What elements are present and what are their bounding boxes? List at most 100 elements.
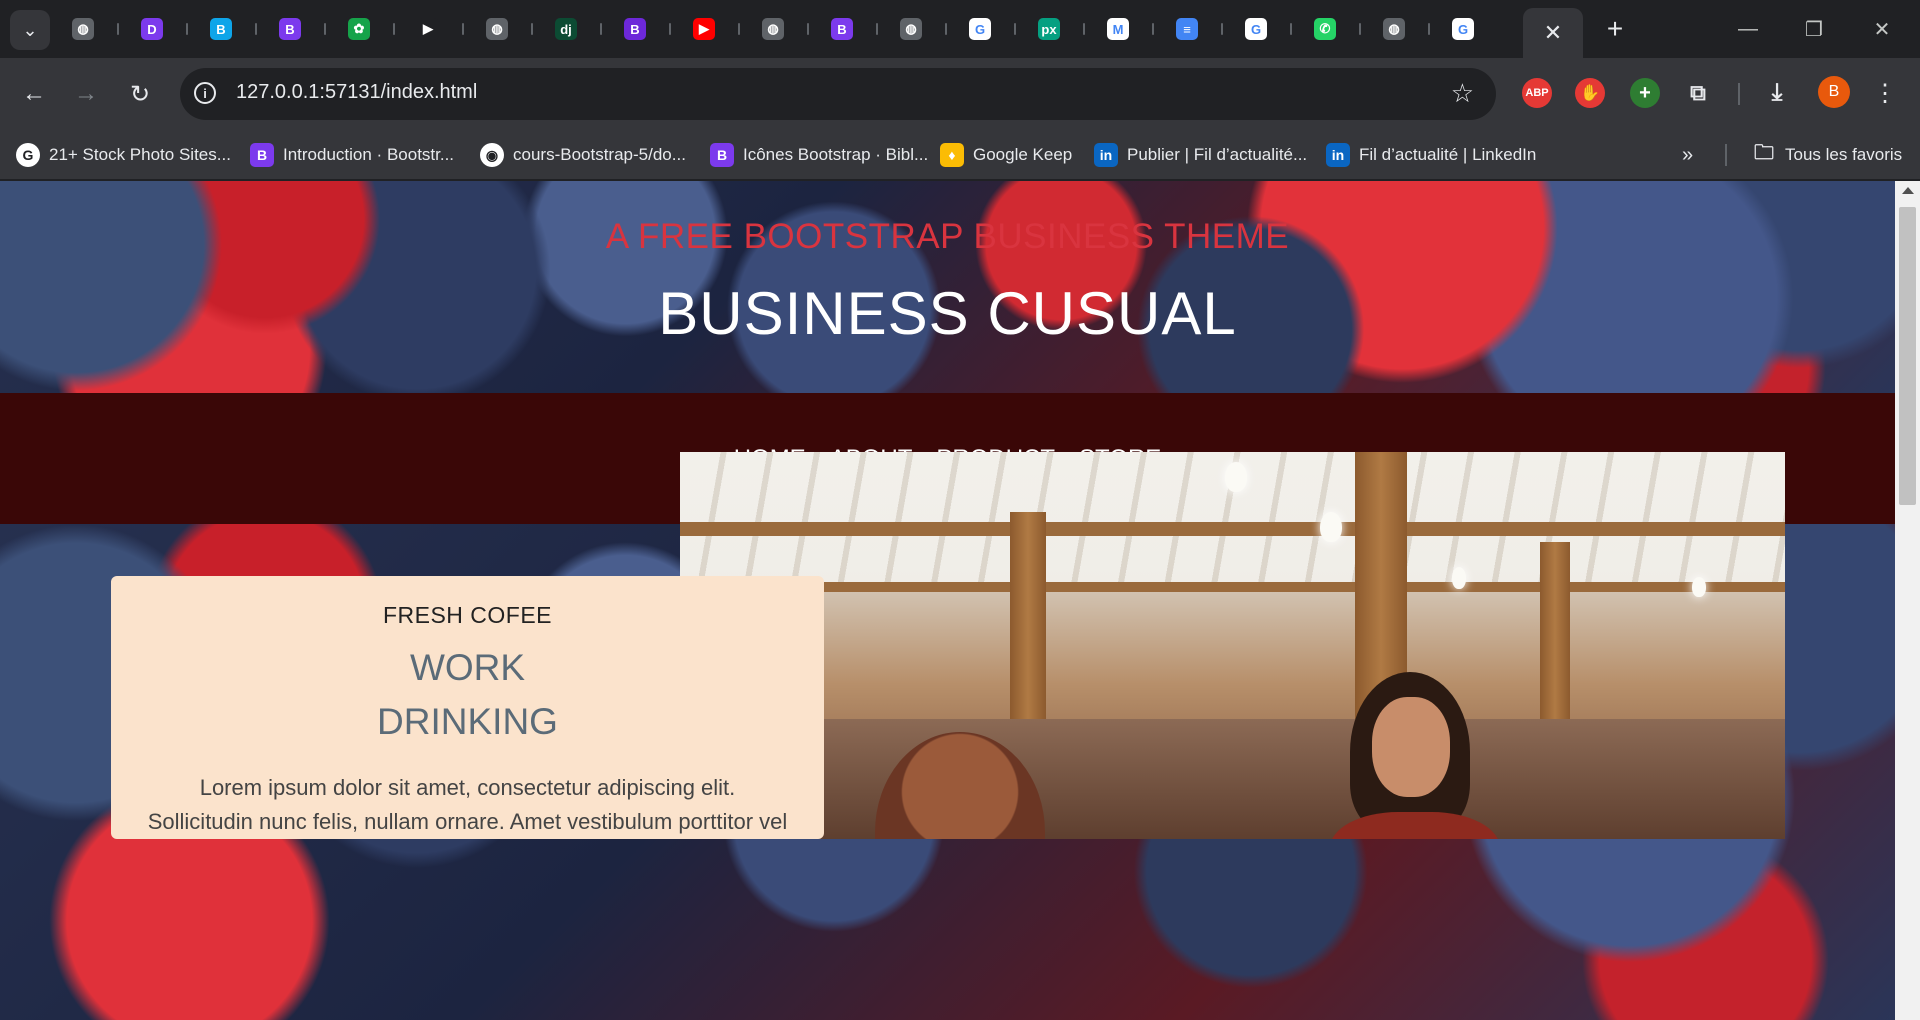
reload-button[interactable]: ↻: [122, 76, 158, 112]
github-icon: ◉: [480, 143, 504, 167]
browser-tab[interactable]: ✆: [1302, 8, 1371, 50]
bookmark-item[interactable]: in Publier | Fil d’actualité...: [1094, 140, 1307, 170]
browser-tab[interactable]: ◍: [60, 8, 129, 50]
tab-separator: [669, 23, 671, 35]
google-icon: G: [1245, 18, 1267, 40]
browser-tab[interactable]: ◍: [750, 8, 819, 50]
tab-separator: [462, 23, 464, 35]
bookmark-item[interactable]: in Fil d’actualité | LinkedIn: [1326, 140, 1536, 170]
browser-tab[interactable]: G: [1233, 8, 1302, 50]
globe-icon: ◍: [1383, 18, 1405, 40]
tab-separator: [600, 23, 602, 35]
dotfolio-icon: D: [141, 18, 163, 40]
bookmark-label: cours-Bootstrap-5/do...: [513, 145, 686, 164]
address-url[interactable]: 127.0.0.1:57131/index.html: [236, 81, 477, 104]
linkedin-icon: in: [1094, 143, 1118, 167]
docs-icon: ≡: [1176, 18, 1198, 40]
bootstrap-icon: B: [210, 18, 232, 40]
pendant-lamp: [1225, 462, 1247, 492]
browser-tab[interactable]: px: [1026, 8, 1095, 50]
browser-tab[interactable]: ◍: [1371, 8, 1440, 50]
all-bookmarks-button[interactable]: 🗀 Tous les favoris: [1752, 140, 1902, 170]
tab-separator: [393, 23, 395, 35]
coffee-shop-image: [680, 452, 1785, 839]
gmail-icon: M: [1107, 18, 1129, 40]
bookmark-label: Icônes Bootstrap · Bibl...: [743, 145, 929, 164]
bookmark-star-icon[interactable]: ☆: [1451, 78, 1474, 109]
browser-tab[interactable]: ▶: [681, 8, 750, 50]
browser-tab[interactable]: G: [957, 8, 1026, 50]
globe-icon: ◍: [900, 18, 922, 40]
tab-separator: [1152, 23, 1154, 35]
tab-separator: [324, 23, 326, 35]
puzzle-icon[interactable]: ⧉: [1683, 78, 1713, 108]
address-bar[interactable]: i 127.0.0.1:57131/index.html ☆: [180, 68, 1496, 120]
new-tab-button[interactable]: +: [1598, 12, 1632, 46]
hero-subtitle: A FREE BOOTSTRAP BUSINESS THEME: [605, 217, 1290, 256]
browser-tab[interactable]: ▶: [405, 8, 474, 50]
browser-tab[interactable]: B: [819, 8, 888, 50]
whatsapp-icon: ✆: [1314, 18, 1336, 40]
bookmark-label: Fil d’actualité | LinkedIn: [1359, 145, 1537, 164]
linkedin-icon: in: [1326, 143, 1350, 167]
pendant-lamp: [1692, 577, 1706, 597]
forward-button[interactable]: →: [68, 76, 104, 112]
tab-separator: [1359, 23, 1361, 35]
browser-tab[interactable]: M: [1095, 8, 1164, 50]
browser-tab[interactable]: ✿: [336, 8, 405, 50]
download-icon[interactable]: ⤓: [1762, 78, 1792, 108]
adblock-icon[interactable]: ABP: [1522, 78, 1552, 108]
pexels-icon: px: [1038, 18, 1060, 40]
bookmark-item[interactable]: B Introduction · Bootstr...: [250, 140, 454, 170]
bookmarks-overflow-icon[interactable]: »: [1682, 140, 1693, 170]
tab-separator: [945, 23, 947, 35]
youtube-icon: ▶: [693, 18, 715, 40]
browser-tab[interactable]: B: [612, 8, 681, 50]
globe-icon: ◍: [486, 18, 508, 40]
bookmark-item[interactable]: ♦ Google Keep: [940, 140, 1072, 170]
browser-tab[interactable]: ◍: [888, 8, 957, 50]
restore-button[interactable]: ❐: [1794, 12, 1834, 46]
pendant-lamp: [1320, 512, 1342, 542]
bootstrap-icon: B: [624, 18, 646, 40]
browser-tab[interactable]: dj: [543, 8, 612, 50]
browser-tab[interactable]: B: [198, 8, 267, 50]
card-text-line: Sollicitudin nunc felis, nullam ornare. …: [147, 809, 788, 834]
browser-tab[interactable]: D: [129, 8, 198, 50]
intro-card: FRESH COFEE WORK DRINKING Lorem ipsum do…: [111, 576, 824, 839]
bookmark-label: Google Keep: [973, 145, 1073, 164]
browser-tab[interactable]: B: [267, 8, 336, 50]
tab-separator: [1290, 23, 1292, 35]
browser-tab[interactable]: G: [1440, 8, 1509, 50]
menu-dots-icon[interactable]: ⋮: [1870, 76, 1900, 110]
bookmark-item[interactable]: ◉ cours-Bootstrap-5/do...: [480, 140, 686, 170]
scroll-up-arrow[interactable]: [1902, 187, 1914, 194]
floor: [680, 719, 1785, 839]
tab-list: ◍ D B B ✿ ▶ ◍ dj B ▶ ◍ B ◍ Gpx M ≡ G ✆ ◍ G ✕: [60, 8, 1583, 58]
bookmark-item[interactable]: B Icônes Bootstrap · Bibl...: [710, 140, 928, 170]
tab-separator: [876, 23, 878, 35]
page-scrollbar[interactable]: [1895, 181, 1920, 1020]
tab-search-button[interactable]: ⌄: [10, 10, 50, 50]
scroll-thumb[interactable]: [1899, 207, 1916, 505]
browser-toolbar: ← → ↻ i 127.0.0.1:57131/index.html ☆ ABP…: [0, 58, 1920, 130]
tab-separator: [117, 23, 119, 35]
active-tab[interactable]: ✕: [1523, 8, 1583, 58]
minimize-button[interactable]: —: [1728, 12, 1768, 46]
browser-tab[interactable]: ≡: [1164, 8, 1233, 50]
site-info-icon[interactable]: i: [194, 82, 216, 104]
back-button[interactable]: ←: [16, 76, 52, 112]
tab-separator: [1221, 23, 1223, 35]
hero-header: A FREE BOOTSTRAP BUSINESS THEME BUSINESS…: [0, 181, 1895, 393]
pendant-lamp: [1452, 567, 1466, 589]
bookmark-item[interactable]: G 21+ Stock Photo Sites...: [16, 140, 231, 170]
hand-stop-icon[interactable]: ✋: [1575, 78, 1605, 108]
play-icon: ▶: [417, 18, 439, 40]
close-tab-icon[interactable]: ✕: [1544, 20, 1562, 46]
add-extension-icon[interactable]: +: [1630, 78, 1660, 108]
profile-avatar[interactable]: B: [1818, 76, 1850, 108]
folder-icon: 🗀: [1754, 142, 1774, 164]
bookmark-label: 21+ Stock Photo Sites...: [49, 145, 231, 164]
browser-tab[interactable]: ◍: [474, 8, 543, 50]
close-window-button[interactable]: ✕: [1862, 12, 1902, 46]
